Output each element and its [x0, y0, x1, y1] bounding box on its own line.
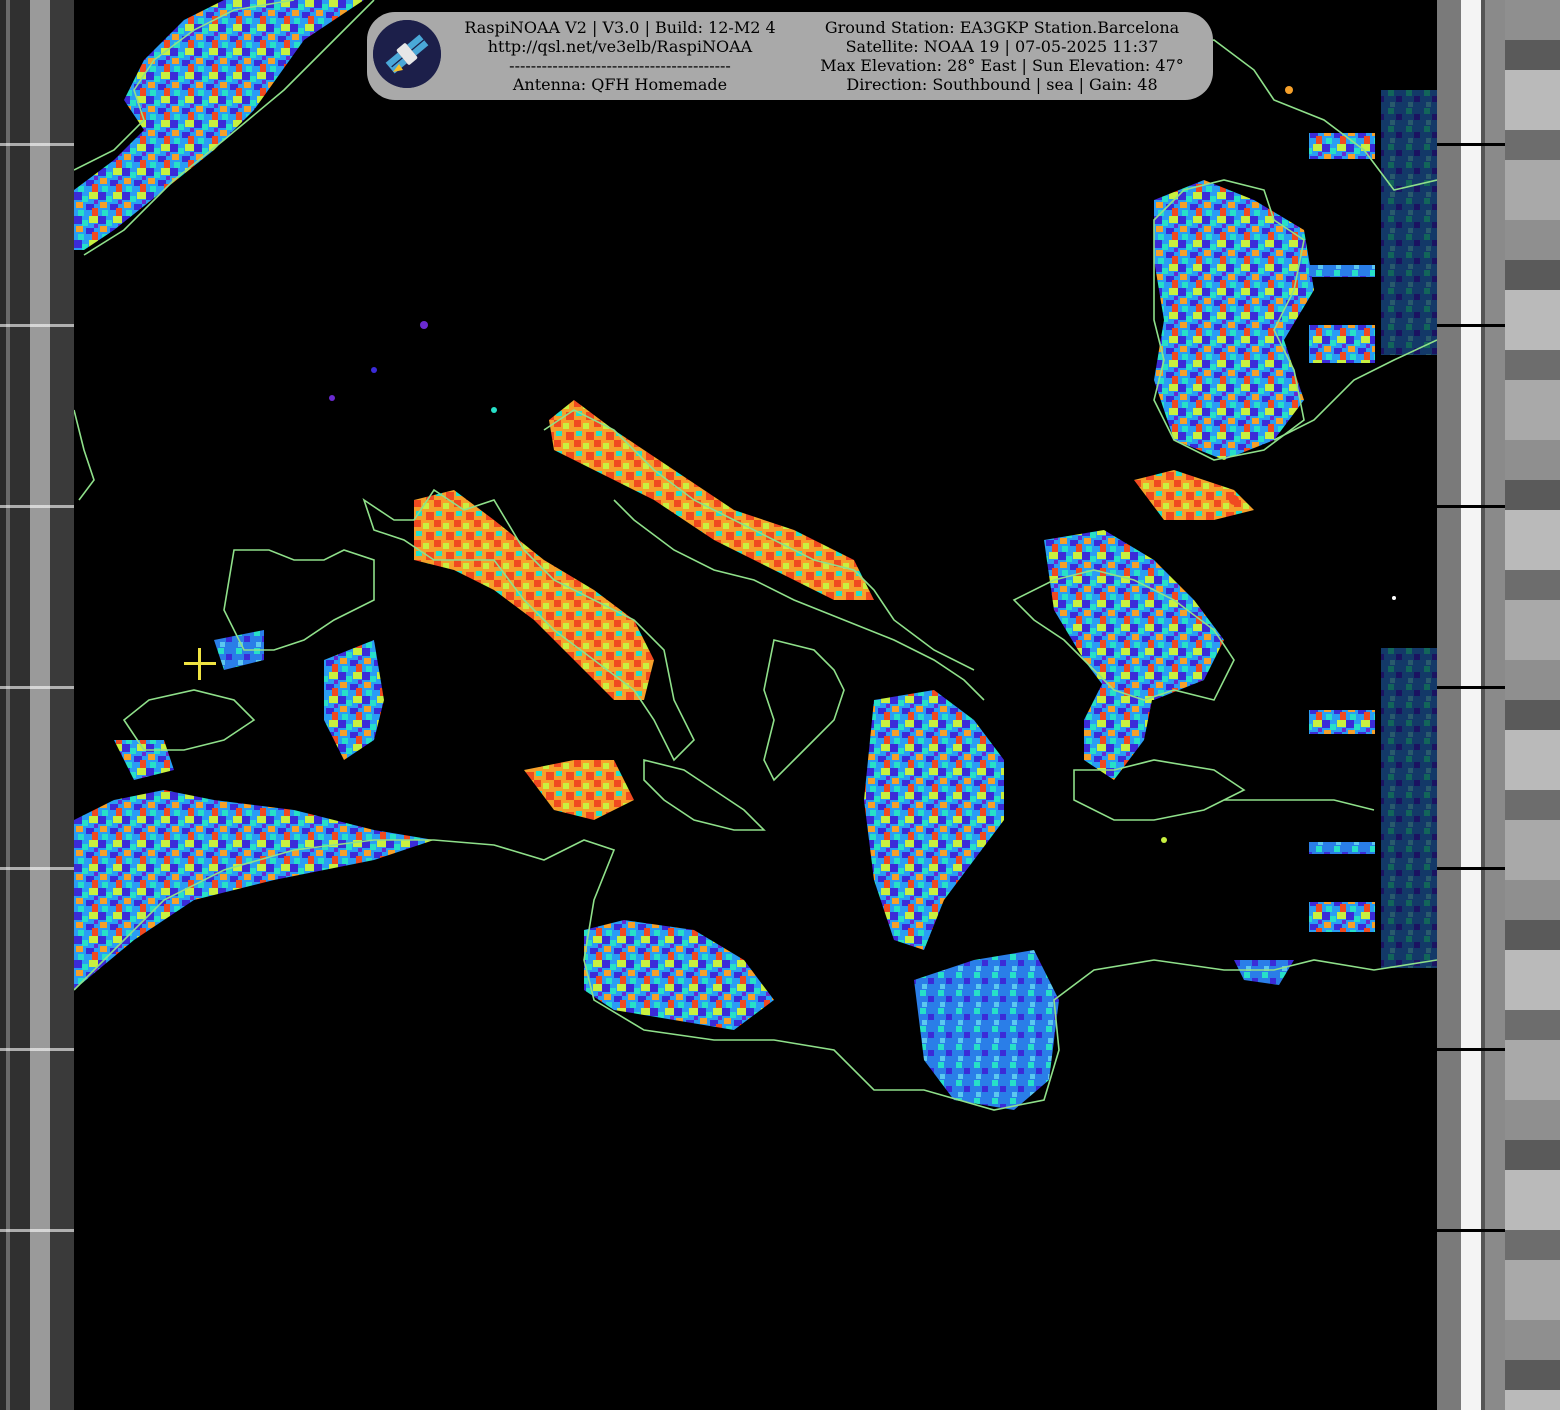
scan-artifacts	[1309, 90, 1437, 968]
crosshair-icon	[184, 648, 216, 680]
telemetry-strip-right	[1437, 0, 1505, 1410]
infrared-channel-strip	[1505, 0, 1560, 1410]
info-banner: RaspiNOAA V2 | V3.0 | Build: 12-M2 4 htt…	[367, 12, 1213, 100]
satellite-pass: Satellite: NOAA 19 | 07-05-2025 11:37	[845, 37, 1159, 56]
antenna-info: Antenna: QFH Homemade	[512, 75, 728, 94]
map-drawing	[74, 0, 1437, 1111]
banner-left-column: RaspiNOAA V2 | V3.0 | Build: 12-M2 4 htt…	[457, 18, 783, 94]
satellite-icon	[373, 20, 441, 88]
banner-right-column: Ground Station: EA3GKP Station.Barcelona…	[807, 18, 1197, 94]
ground-station: Ground Station: EA3GKP Station.Barcelona	[824, 18, 1180, 37]
satellite-image: RaspiNOAA V2 | V3.0 | Build: 12-M2 4 htt…	[0, 0, 1560, 1410]
elevation-info: Max Elevation: 28° East | Sun Elevation:…	[820, 56, 1184, 75]
software-version: RaspiNOAA V2 | V3.0 | Build: 12-M2 4	[464, 18, 776, 37]
banner-divider: ----------------------------------------…	[509, 56, 731, 75]
telemetry-strip-left	[0, 0, 74, 1410]
project-url: http://qsl.net/ve3elb/RaspiNOAA	[487, 37, 753, 56]
direction-info: Direction: Southbound | sea | Gain: 48	[846, 75, 1158, 94]
land-patches	[74, 0, 1314, 1110]
thermal-map	[74, 0, 1437, 1410]
